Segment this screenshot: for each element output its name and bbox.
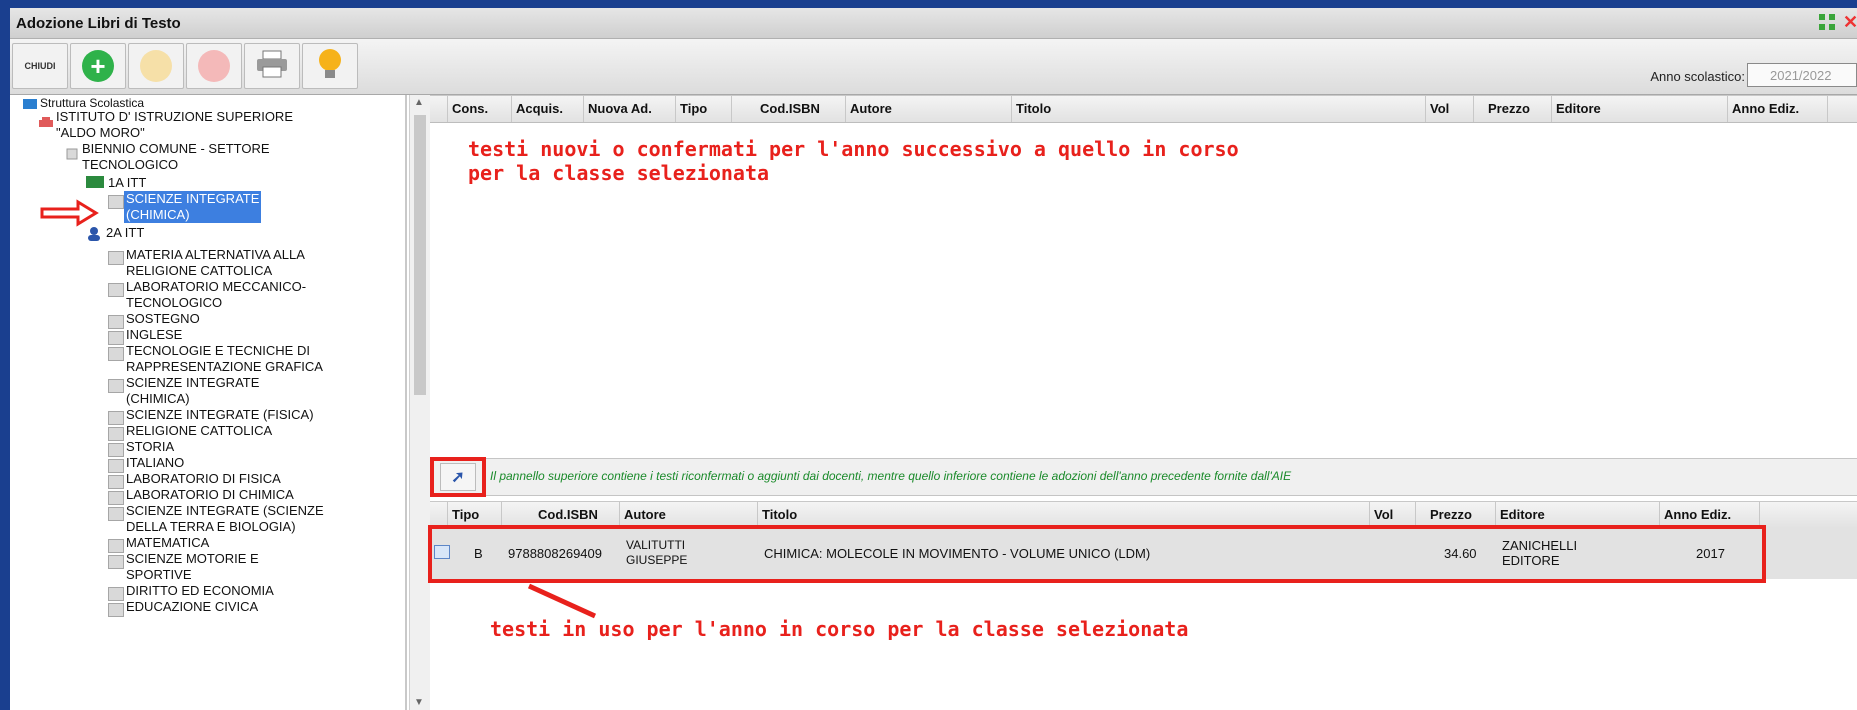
- tree-scrollbar[interactable]: ▲ ▼: [409, 95, 430, 710]
- window-title: Adozione Libri di Testo: [16, 15, 181, 32]
- highlight-box-button: [430, 457, 486, 497]
- col-cons[interactable]: Cons.: [448, 96, 512, 122]
- tree-node-subject[interactable]: RELIGIONE CATTOLICA: [126, 423, 272, 439]
- scroll-down-icon[interactable]: ▼: [414, 697, 424, 708]
- edit-icon: [140, 50, 172, 82]
- highlight-box-row: [428, 525, 1766, 583]
- scroll-up-icon[interactable]: ▲: [414, 97, 424, 108]
- help-button[interactable]: [302, 43, 358, 89]
- book-icon: [108, 315, 124, 329]
- delete-button[interactable]: [186, 43, 242, 89]
- lightbulb-icon: [316, 47, 344, 86]
- col-titolo[interactable]: Titolo: [1012, 96, 1426, 122]
- tree-node-institute[interactable]: ISTITUTO D' ISTRUZIONE SUPERIORE "ALDO M…: [56, 109, 293, 141]
- col-acquis[interactable]: Acquis.: [512, 96, 584, 122]
- tree-node-subject[interactable]: MATERIA ALTERNATIVA ALLA RELIGIONE CATTO…: [126, 247, 305, 279]
- book-icon: [108, 475, 124, 489]
- book-icon: [108, 539, 124, 553]
- col-autore[interactable]: Autore: [846, 96, 1012, 122]
- window-controls: ✕: [1817, 12, 1857, 32]
- col-nuova-ad[interactable]: Nuova Ad.: [584, 96, 676, 122]
- col-vol[interactable]: Vol: [1426, 96, 1474, 122]
- book-icon: [108, 379, 124, 393]
- col-editore[interactable]: Editore: [1552, 96, 1728, 122]
- scroll-thumb[interactable]: [414, 115, 426, 395]
- school-year-label: Anno scolastico:: [1650, 69, 1745, 84]
- tree-node-subject[interactable]: SCIENZE INTEGRATE (CHIMICA): [126, 375, 259, 407]
- tree-node-subject[interactable]: LABORATORIO MECCANICO- TECNOLOGICO: [126, 279, 306, 311]
- book-icon: [108, 347, 124, 361]
- book-icon: [108, 603, 124, 617]
- maximize-icon[interactable]: [1817, 12, 1837, 32]
- close-button-label: CHIUDI: [24, 61, 56, 71]
- tree-node-2a-itt[interactable]: 2A ITT: [106, 225, 144, 241]
- col-tipo[interactable]: Tipo: [676, 96, 732, 122]
- book-icon: [108, 331, 124, 345]
- print-button[interactable]: [244, 43, 300, 89]
- classroom-icon: [86, 175, 104, 189]
- tree-node-subject[interactable]: TECNOLOGIE E TECNICHE DI RAPPRESENTAZION…: [126, 343, 323, 375]
- institute-icon: [38, 115, 54, 129]
- upper-grid-header: Cons. Acquis. Nuova Ad. Tipo Cod.ISBN Au…: [430, 95, 1857, 123]
- building-icon: [64, 147, 80, 161]
- tree-node-subject[interactable]: SCIENZE INTEGRATE (SCIENZE DELLA TERRA E…: [126, 503, 324, 535]
- book-icon: [108, 587, 124, 601]
- info-text: Il pannello superiore contiene i testi r…: [490, 469, 1292, 483]
- info-bar: ➚ Il pannello superiore contiene i testi…: [430, 457, 1857, 497]
- book-icon: [108, 427, 124, 441]
- tree-node-subject[interactable]: MATEMATICA: [126, 535, 209, 551]
- book-icon: [108, 443, 124, 457]
- tree-node-subject[interactable]: EDUCAZIONE CIVICA: [126, 599, 258, 615]
- book-icon: [108, 459, 124, 473]
- tree-node-subject[interactable]: ITALIANO: [126, 455, 184, 471]
- edit-button[interactable]: [128, 43, 184, 89]
- toolbar: CHIUDI + Anno scolastico: 2021/2022: [10, 39, 1857, 95]
- delete-icon: [198, 50, 230, 82]
- tree-node-subject[interactable]: SCIENZE MOTORIE E SPORTIVE: [126, 551, 259, 583]
- teacher-icon: [86, 227, 102, 241]
- add-button[interactable]: +: [70, 43, 126, 89]
- close-button[interactable]: CHIUDI: [12, 43, 68, 89]
- tree-node-subject[interactable]: STORIA: [126, 439, 174, 455]
- col-isbn[interactable]: Cod.ISBN: [732, 96, 846, 122]
- col-prezzo[interactable]: Prezzo: [1474, 96, 1552, 122]
- plus-icon: +: [82, 50, 114, 82]
- upper-panel-annotation: testi nuovi o confermati per l'anno succ…: [468, 137, 1239, 185]
- book-icon: [108, 507, 124, 521]
- tree-node-subject[interactable]: SCIENZE INTEGRATE (FISICA): [126, 407, 314, 423]
- school-icon: [22, 97, 38, 111]
- title-bar: Adozione Libri di Testo ✕: [10, 8, 1857, 39]
- tree-node-1a-itt[interactable]: 1A ITT: [108, 175, 146, 191]
- lower-panel-annotation: testi in uso per l'anno in corso per la …: [490, 617, 1189, 641]
- book-icon: [108, 283, 124, 297]
- tree-node-selected-subject[interactable]: SCIENZE INTEGRATE (CHIMICA): [124, 191, 262, 223]
- adoptions-panel: Cons. Acquis. Nuova Ad. Tipo Cod.ISBN Au…: [428, 95, 1857, 710]
- school-structure-tree: Struttura Scolastica ISTITUTO D' ISTRUZI…: [10, 95, 407, 710]
- col-anno-ediz[interactable]: Anno Ediz.: [1728, 96, 1828, 122]
- book-icon: [108, 555, 124, 569]
- tree-node-subject[interactable]: LABORATORIO DI FISICA: [126, 471, 281, 487]
- tree-node-subject[interactable]: INGLESE: [126, 327, 182, 343]
- tree-node-subject[interactable]: LABORATORIO DI CHIMICA: [126, 487, 294, 503]
- book-icon: [108, 411, 124, 425]
- tree-node-subject[interactable]: DIRITTO ED ECONOMIA: [126, 583, 274, 599]
- book-icon: [108, 491, 124, 505]
- tree-node-subject[interactable]: SOSTEGNO: [126, 311, 200, 327]
- book-icon: [108, 195, 124, 209]
- app-window: Adozione Libri di Testo ✕ CHIUDI + Anno …: [10, 8, 1857, 710]
- school-year-field[interactable]: 2021/2022: [1747, 63, 1857, 87]
- printer-icon: [255, 49, 289, 84]
- book-icon: [108, 251, 124, 265]
- tree-node-biennio[interactable]: BIENNIO COMUNE - SETTORE TECNOLOGICO: [82, 141, 270, 173]
- close-icon[interactable]: ✕: [1843, 12, 1857, 32]
- row-selector-col: [430, 96, 448, 122]
